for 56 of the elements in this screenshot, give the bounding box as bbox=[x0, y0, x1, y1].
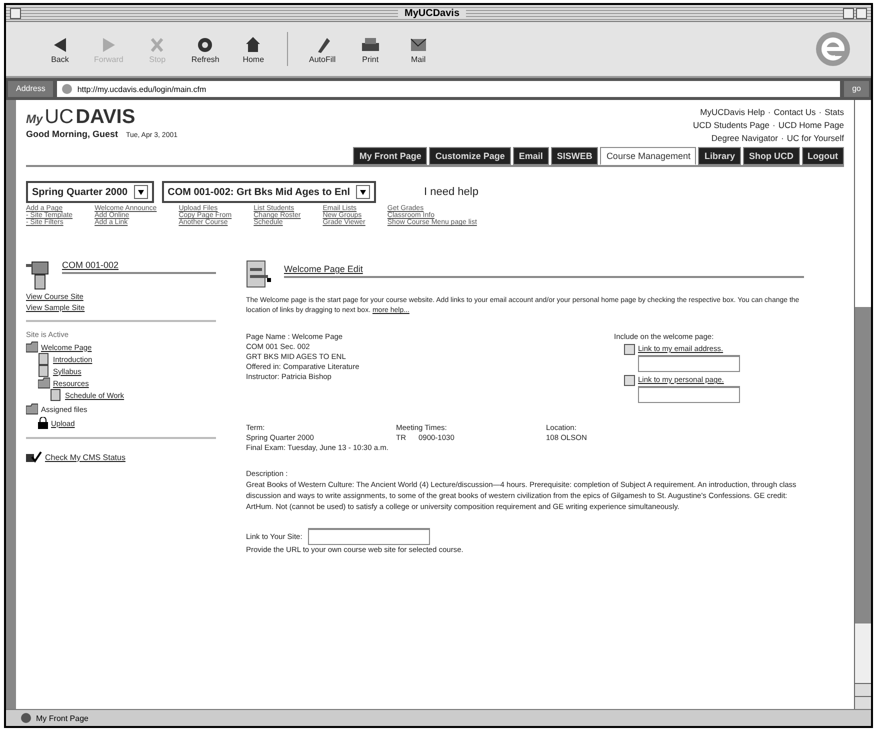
site-logo: My UCDAVIS bbox=[26, 106, 136, 129]
toolbar-button[interactable]: Back bbox=[46, 34, 74, 64]
header-link[interactable]: UCD Students Page bbox=[692, 119, 770, 132]
nav-tab[interactable]: Logout bbox=[802, 147, 844, 165]
toolbar-button[interactable]: AutoFill bbox=[308, 34, 336, 64]
window-title: MyUCDavis bbox=[398, 8, 466, 18]
toolbar-button[interactable]: Refresh bbox=[191, 34, 220, 64]
globe-icon bbox=[20, 712, 32, 724]
separator-dot: · bbox=[772, 119, 776, 132]
folder-icon bbox=[26, 403, 38, 415]
course-link[interactable]: COM 001-002 bbox=[62, 260, 216, 274]
separator-dot: · bbox=[780, 132, 784, 145]
nav-tab[interactable]: Library bbox=[698, 147, 741, 165]
separator-dot: · bbox=[818, 106, 822, 119]
url-field[interactable] bbox=[308, 528, 430, 545]
checkbox[interactable] bbox=[624, 344, 635, 355]
separator-dot: · bbox=[768, 106, 771, 119]
address-label: Address bbox=[8, 81, 54, 97]
house-icon bbox=[244, 34, 262, 54]
collapse-box[interactable] bbox=[856, 8, 867, 18]
folder-icon bbox=[38, 377, 50, 389]
document-edit-icon bbox=[246, 260, 272, 288]
help-link[interactable]: I need help bbox=[424, 186, 478, 198]
header-link[interactable]: Contact Us bbox=[774, 106, 816, 119]
greeting-text: Good Morning, Guest bbox=[26, 129, 118, 139]
header-link[interactable]: UCD Home Page bbox=[778, 119, 844, 132]
text-field[interactable] bbox=[638, 386, 740, 403]
header-link[interactable]: Stats bbox=[824, 106, 844, 119]
nav-tab[interactable]: Email bbox=[512, 147, 549, 165]
address-field[interactable]: http://my.ucdavis.edu/login/main.cfm bbox=[57, 81, 840, 97]
toolbar-button[interactable]: Print bbox=[356, 34, 384, 64]
section-title: Welcome Page Edit bbox=[284, 264, 804, 278]
nav-tab[interactable]: Shop UCD bbox=[743, 147, 800, 165]
header-link[interactable]: Degree Navigator bbox=[711, 132, 778, 145]
header-link[interactable]: UC for Yourself bbox=[786, 132, 844, 145]
course-dropdown[interactable]: Spring Quarter 2000 bbox=[26, 181, 154, 203]
folder-icon bbox=[26, 341, 38, 353]
e-logo-icon bbox=[815, 31, 851, 67]
nav-tab[interactable]: My Front Page bbox=[353, 147, 428, 165]
check-icon bbox=[26, 451, 42, 463]
header-link[interactable]: MyUCDavis Help bbox=[700, 106, 765, 119]
status-text: My Front Page bbox=[36, 714, 88, 722]
lock-icon bbox=[38, 417, 48, 429]
zoom-box[interactable] bbox=[843, 8, 854, 18]
course-dropdown[interactable]: COM 001-002: Grt Bks Mid Ages to Enl bbox=[162, 181, 376, 203]
nav-tab[interactable]: Customize Page bbox=[429, 147, 511, 165]
go-button[interactable]: go bbox=[844, 81, 869, 97]
checkbox[interactable] bbox=[624, 375, 635, 386]
cms-status-link[interactable]: Check My CMS Status bbox=[45, 452, 126, 462]
scroll-bar[interactable] bbox=[854, 100, 871, 709]
close-box[interactable] bbox=[10, 8, 21, 18]
nav-tab[interactable]: SISWEB bbox=[550, 147, 598, 165]
nav-tab[interactable]: Course Management bbox=[600, 147, 696, 165]
text-field[interactable] bbox=[638, 355, 740, 372]
toolbar-button[interactable]: Mail bbox=[404, 34, 432, 64]
toolbar-button[interactable]: Home bbox=[239, 34, 268, 64]
